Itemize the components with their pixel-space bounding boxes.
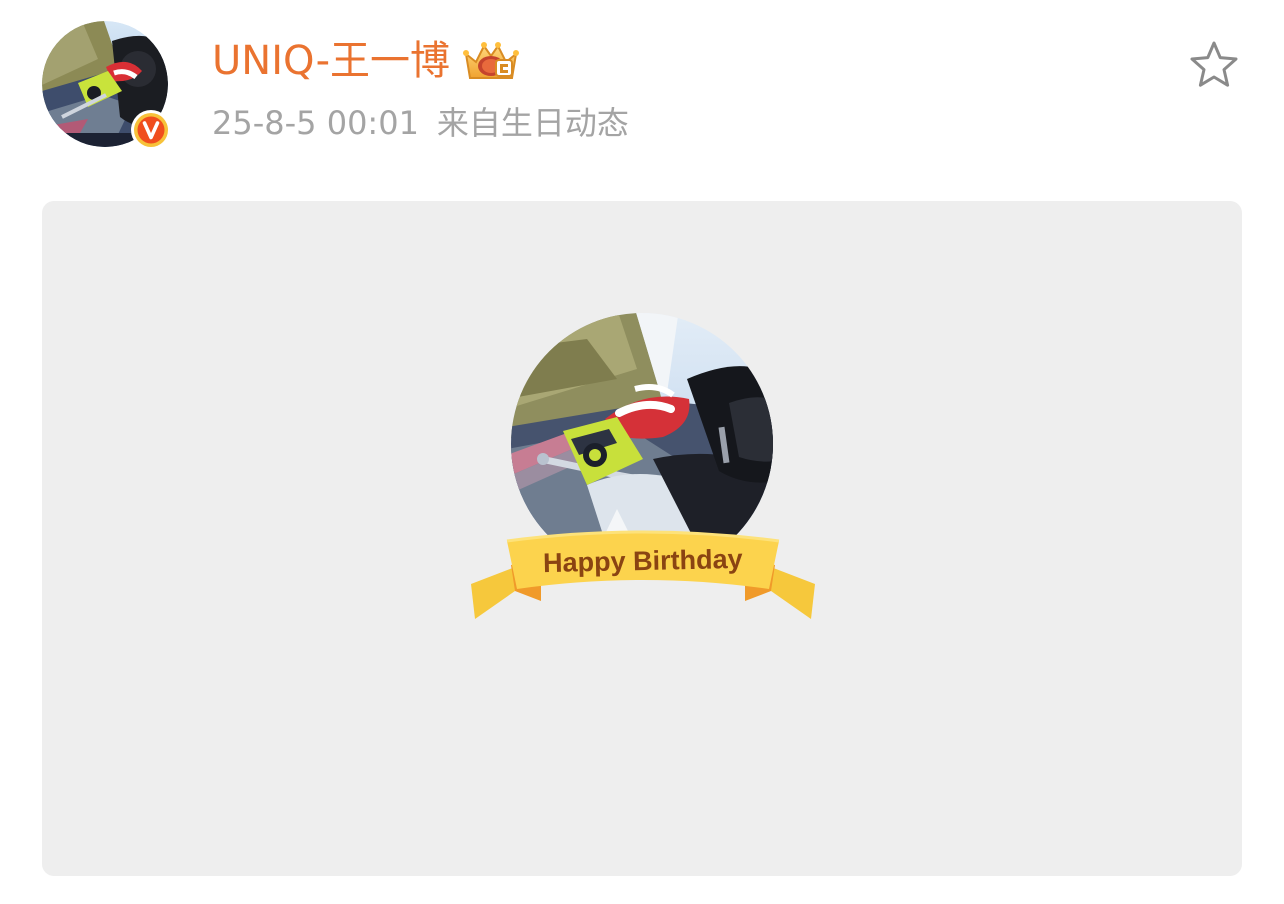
birthday-card[interactable]: Happy Birthday [42,201,1242,876]
author-name[interactable]: UNIQ-王一博 [212,34,450,88]
verified-badge-icon [131,110,171,150]
post-source[interactable]: 来自生日动态 [437,100,629,146]
author-name-row: UNIQ-王一博 [212,34,520,88]
ribbon-text: Happy Birthday [543,544,743,578]
post-time: 25-8-5 00:01 [212,104,419,142]
author-avatar-button[interactable] [42,21,171,150]
star-outline-icon[interactable] [1187,38,1241,92]
birthday-badge: Happy Birthday [471,313,815,619]
post-meta: 25-8-5 00:01 来自生日动态 [212,100,629,146]
crown-icon[interactable] [462,38,520,84]
